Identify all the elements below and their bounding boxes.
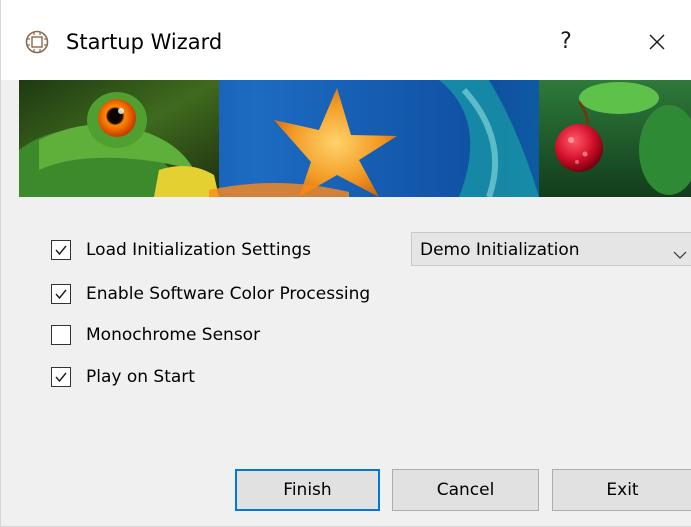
finish-button[interactable]: Finish [235, 469, 380, 511]
checkmark-icon [55, 372, 67, 383]
load-initialization-settings-label: Load Initialization Settings [86, 240, 311, 260]
monochrome-sensor-option[interactable]: Monochrome Sensor [51, 323, 260, 347]
monochrome-sensor-checkbox[interactable] [51, 325, 71, 345]
exit-button[interactable]: Exit [552, 469, 691, 511]
help-button[interactable]: ? [546, 22, 586, 62]
title-bar: Startup Wizard ? [1, 0, 691, 80]
banner-image [19, 80, 691, 197]
initialization-select[interactable]: Demo Initialization [411, 232, 691, 266]
load-initialization-settings-checkbox[interactable] [51, 240, 71, 260]
checkmark-icon [55, 289, 67, 300]
enable-software-color-processing-checkbox[interactable] [51, 284, 71, 304]
chevron-down-icon [673, 245, 687, 264]
close-button[interactable] [637, 22, 677, 62]
enable-software-color-processing-label: Enable Software Color Processing [86, 284, 371, 304]
checkmark-icon [55, 245, 67, 256]
load-initialization-settings-option[interactable]: Load Initialization Settings [51, 238, 311, 262]
enable-software-color-processing-option[interactable]: Enable Software Color Processing [51, 282, 370, 306]
cancel-button[interactable]: Cancel [392, 469, 539, 511]
play-on-start-label: Play on Start [86, 367, 195, 387]
startup-wizard-dialog: Startup Wizard ? Load Initialization Set… [0, 0, 691, 527]
close-icon [649, 34, 665, 50]
play-on-start-checkbox[interactable] [51, 367, 71, 387]
initialization-select-value: Demo Initialization [420, 240, 580, 260]
chip-icon [25, 30, 49, 54]
monochrome-sensor-label: Monochrome Sensor [86, 325, 261, 345]
play-on-start-option[interactable]: Play on Start [51, 365, 195, 389]
window-title: Startup Wizard [66, 30, 223, 54]
